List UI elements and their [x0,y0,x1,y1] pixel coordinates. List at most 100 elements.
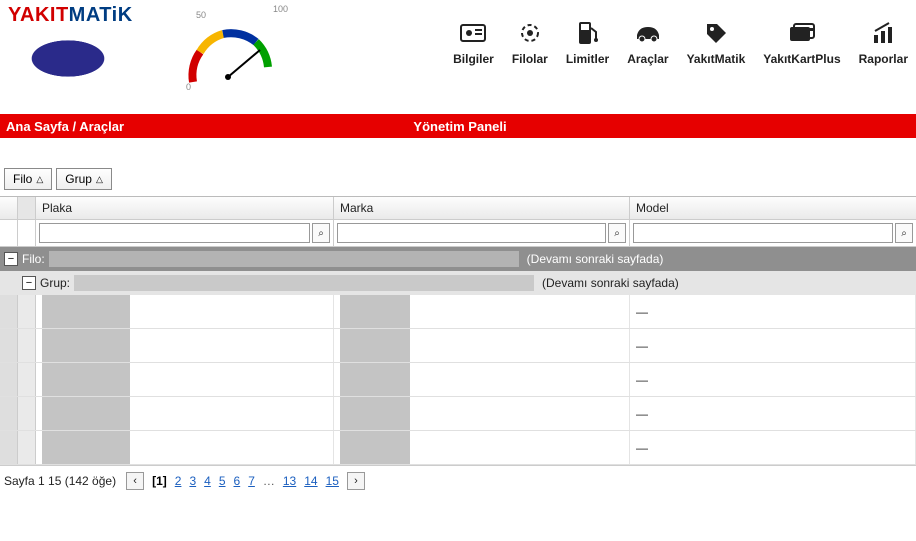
car-logo-icon [8,31,128,86]
pager-page-link[interactable]: 3 [189,474,196,488]
redacted-marka [340,431,410,464]
brand-logo: YAKITMATiK [8,4,178,86]
brand-text: YAKITMATiK [8,4,178,27]
redacted-grup-name [74,275,534,291]
vehicles-grid: Plaka Marka Model ⌕ ⌕ ⌕ − Filo: [0,196,916,465]
pager-next-button[interactable]: › [347,472,365,490]
grid-header-row: Plaka Marka Model [0,197,916,220]
group-by-row: Filo △ Grup △ [0,168,916,190]
contact-card-icon [460,18,486,48]
table-row[interactable]: — [0,431,916,465]
redacted-plaka [42,329,130,362]
nav-label: Limitler [566,52,609,66]
model-value: — [636,441,648,455]
gauge-icon: 0 50 100 [178,4,288,94]
sort-asc-icon: △ [36,174,43,185]
sort-asc-icon: △ [96,174,103,185]
brand-part2: MATiK [69,4,133,26]
pager-page-link[interactable]: 6 [234,474,241,488]
gauge-min: 0 [186,82,191,92]
pager: Sayfa 1 15 (142 öğe) ‹ [1] 2 3 4 5 6 7 …… [0,465,916,496]
nav-label: Araçlar [627,52,668,66]
target-icon [518,18,542,48]
nav-raporlar[interactable]: Raporlar [859,18,908,66]
model-value: — [636,407,648,421]
collapse-icon[interactable]: − [22,276,36,290]
table-row[interactable]: — [0,363,916,397]
pager-page-link[interactable]: 2 [175,474,182,488]
table-row[interactable]: — [0,295,916,329]
redacted-plaka [42,431,130,464]
gauge-max: 100 [273,4,288,14]
col-header-model[interactable]: Model [630,197,916,219]
model-value: — [636,339,648,353]
filter-icon[interactable]: ⌕ [312,223,330,243]
pager-page-link[interactable]: 5 [219,474,226,488]
nav-label: YakıtKartPlus [763,52,840,66]
group-btn-label: Filo [13,172,32,186]
chart-icon [871,18,895,48]
page-title: Yönetim Paneli [124,119,796,134]
nav-bilgiler[interactable]: Bilgiler [453,18,494,66]
breadcrumb: Ana Sayfa / Araçlar [0,119,124,134]
group-btn-label: Grup [65,172,92,186]
pager-prev-button[interactable]: ‹ [126,472,144,490]
expand-col-header [0,197,18,219]
filter-input-plaka[interactable] [39,223,310,243]
nav-filolar[interactable]: Filolar [512,18,548,66]
pager-ellipsis: … [263,474,275,488]
redacted-marka [340,397,410,430]
group-row-filo: − Filo: (Devamı sonraki sayfada) [0,247,916,271]
car-icon [633,18,663,48]
filter-icon[interactable]: ⌕ [608,223,626,243]
nav-label: Filolar [512,52,548,66]
collapse-icon[interactable]: − [4,252,18,266]
fuel-pump-icon [577,18,599,48]
redacted-plaka [42,363,130,396]
redacted-marka [340,363,410,396]
redacted-marka [340,295,410,328]
nav-yakitkartplus[interactable]: YakıtKartPlus [763,18,840,66]
group-grup-prefix: Grup: [40,276,70,290]
col-header-marka[interactable]: Marka [334,197,630,219]
grid-body: — — — — — [0,295,916,465]
redacted-plaka [42,397,130,430]
group-row-grup: − Grup: (Devamı sonraki sayfada) [0,271,916,295]
card-icon [788,18,816,48]
brand-part1: YAKIT [8,4,69,26]
pager-page-link[interactable]: 14 [304,474,317,488]
model-value: — [636,305,648,319]
nav-yakitmatik[interactable]: YakıtMatik [687,18,746,66]
pager-pages: ‹ [1] 2 3 4 5 6 7 … 13 14 15 › [126,472,365,490]
redacted-marka [340,329,410,362]
nav-limitler[interactable]: Limitler [566,18,609,66]
redacted-filo-name [49,251,519,267]
nav-label: Raporlar [859,52,908,66]
gauge-mid: 50 [196,10,206,20]
nav-label: YakıtMatik [687,52,746,66]
indent-col-header [18,197,36,219]
group-btn-filo[interactable]: Filo △ [4,168,52,190]
table-row[interactable]: — [0,397,916,431]
pager-page-link[interactable]: 13 [283,474,296,488]
grid-filter-row: ⌕ ⌕ ⌕ [0,220,916,247]
tag-icon [704,18,728,48]
pager-page-link[interactable]: 7 [248,474,255,488]
group-filo-prefix: Filo: [22,252,45,266]
app-header: YAKITMATiK 0 50 100 Bilgiler Filolar [0,0,916,94]
pager-page-link[interactable]: 15 [326,474,339,488]
redacted-plaka [42,295,130,328]
table-row[interactable]: — [0,329,916,363]
filter-input-marka[interactable] [337,223,606,243]
group-btn-grup[interactable]: Grup △ [56,168,112,190]
main-nav: Bilgiler Filolar Limitler Araçlar YakıtM… [288,4,908,66]
nav-araclar[interactable]: Araçlar [627,18,668,66]
pager-info: Sayfa 1 15 (142 öğe) [4,474,116,488]
filter-input-model[interactable] [633,223,893,243]
filter-icon[interactable]: ⌕ [895,223,913,243]
model-value: — [636,373,648,387]
group-grup-continued: (Devamı sonraki sayfada) [542,276,679,290]
pager-page-current: [1] [152,474,167,488]
col-header-plaka[interactable]: Plaka [36,197,334,219]
pager-page-link[interactable]: 4 [204,474,211,488]
